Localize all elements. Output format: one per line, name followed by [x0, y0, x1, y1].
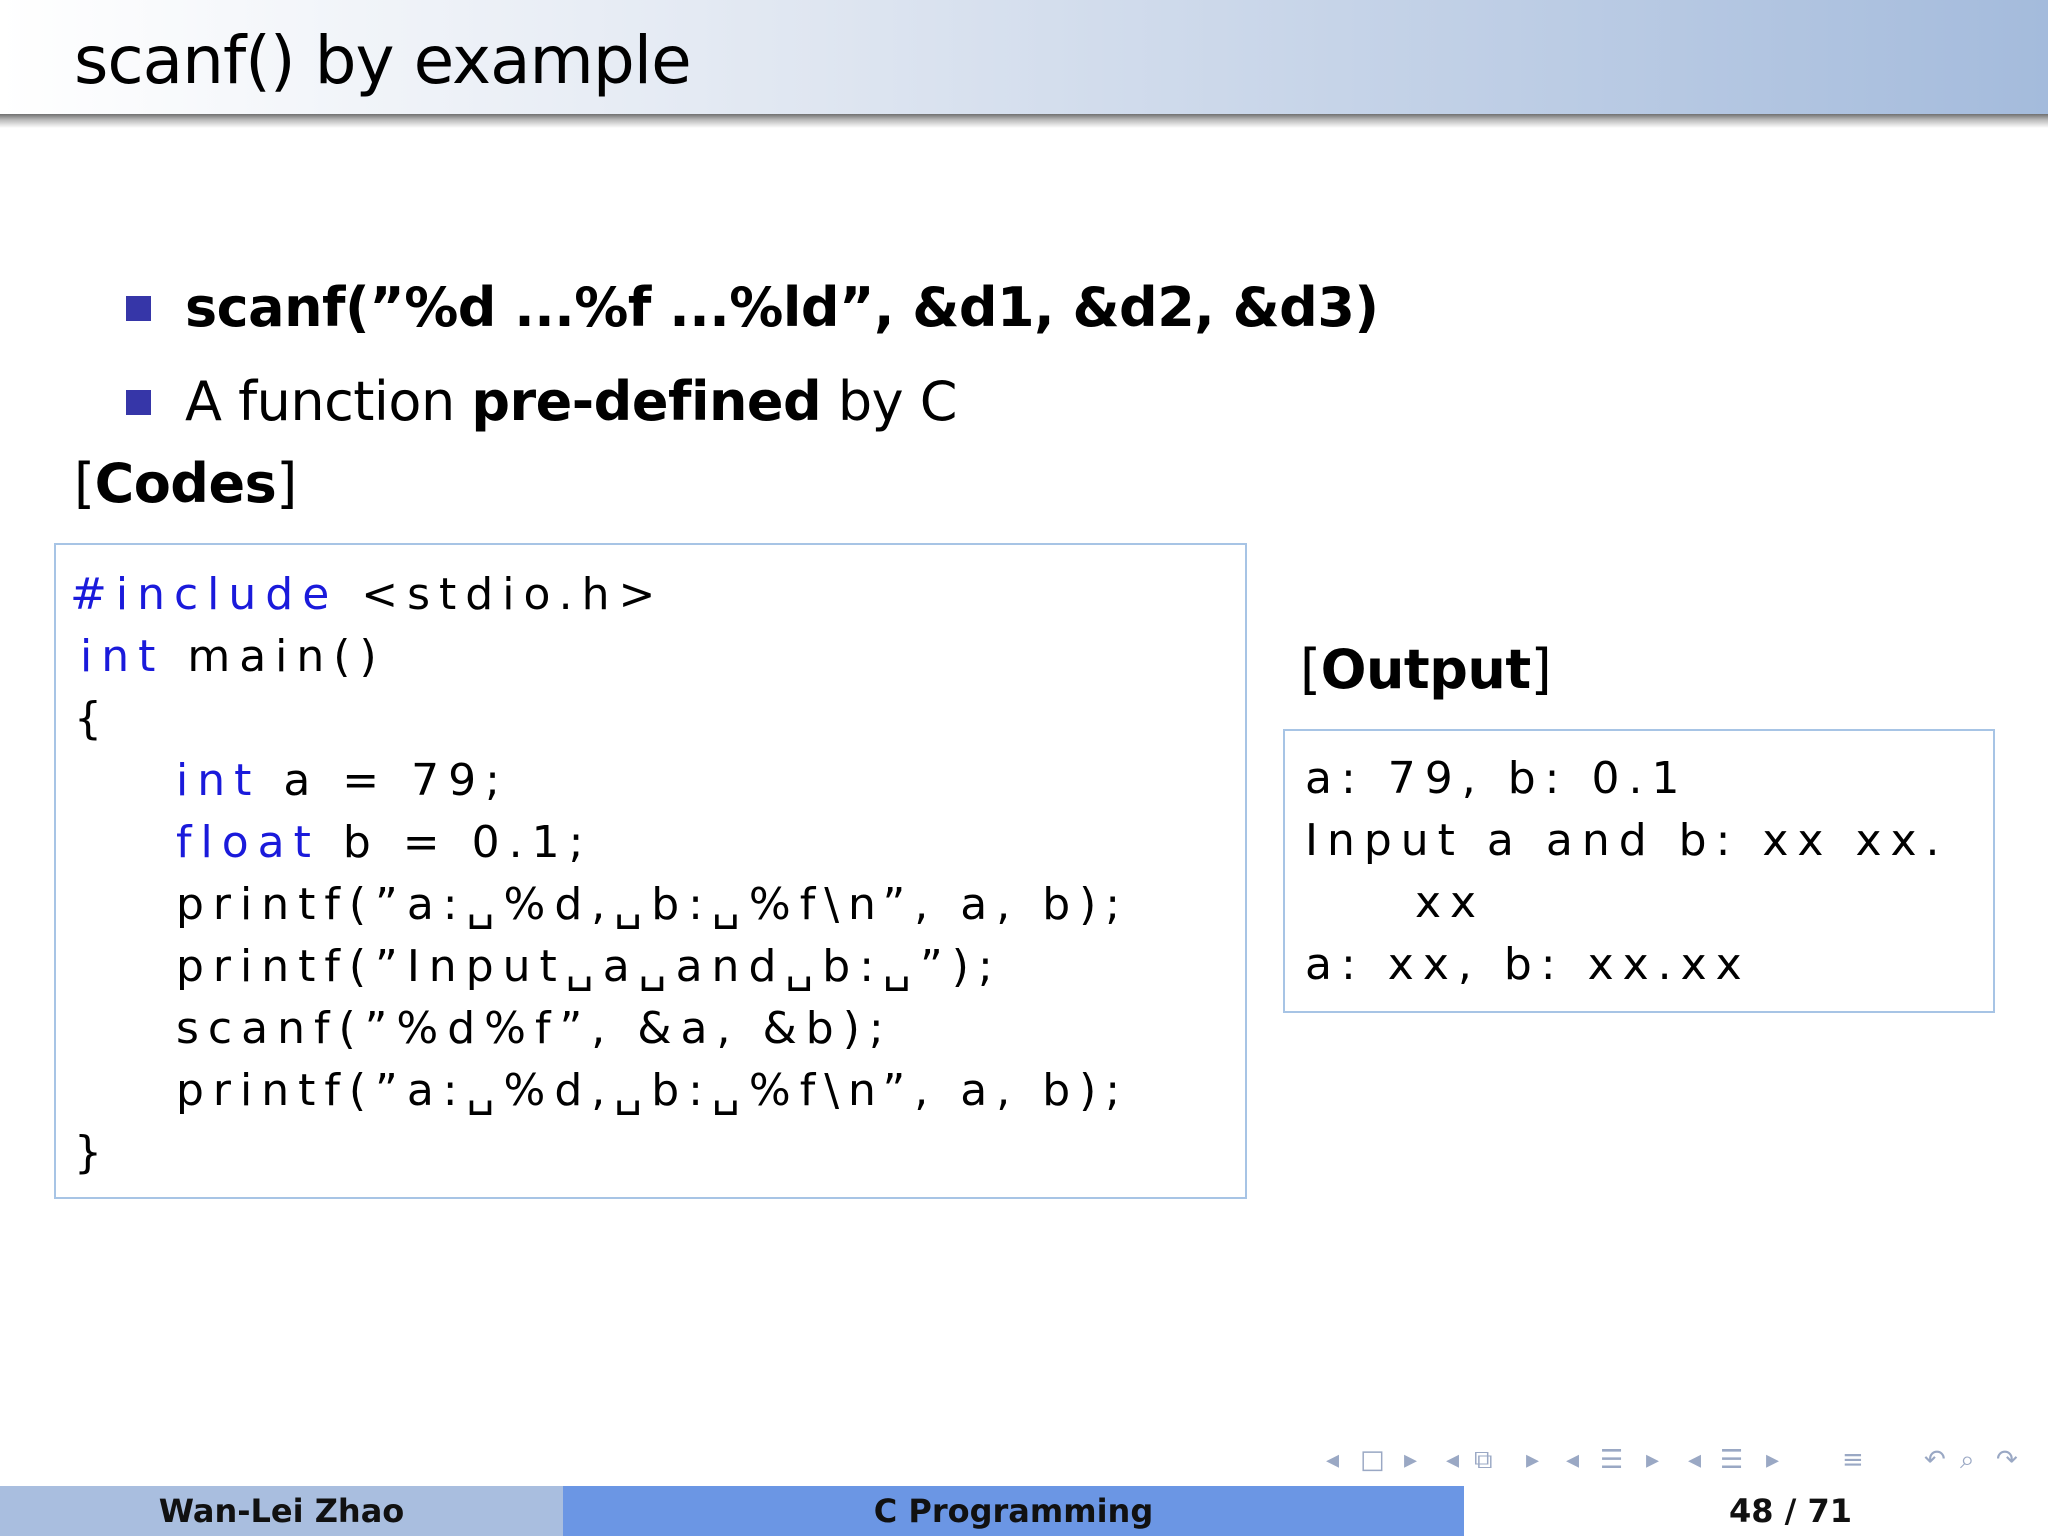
code-line-6: printf(”a:␣%d,␣b:␣%f\n”, a, b);	[176, 879, 1130, 930]
nav-arrow-left-icon[interactable]: ◂	[1566, 1442, 1579, 1478]
nav-subsection-icon[interactable]: ⧉	[1474, 1442, 1493, 1478]
output-line-4: a: xx, b: xx.xx	[1305, 939, 1751, 990]
bullet-square-icon	[126, 295, 151, 321]
slide-title: scanf() by example	[74, 22, 692, 99]
nav-arrow-right-icon[interactable]: ▸	[1646, 1442, 1659, 1478]
page-separator: /	[1784, 1492, 1797, 1530]
output-line-3: xx	[1415, 877, 1486, 928]
bullet-text-suffix: by C	[821, 370, 958, 433]
footer-page-number: 48 / 71	[1464, 1486, 2048, 1536]
nav-undo-icon[interactable]: ↶	[1924, 1442, 1946, 1478]
bullet-text-prefix: A function	[185, 370, 472, 433]
code-text: main()	[164, 631, 386, 682]
nav-arrow-right-icon[interactable]: ▸	[1404, 1442, 1417, 1478]
bullet-item-predefined: A function pre-defined by C	[126, 370, 957, 434]
codes-label: [Codes]	[74, 452, 297, 515]
code-line-8: scanf(”%d%f”, &a, &b);	[176, 1003, 893, 1054]
code-line-2: int main()	[80, 629, 386, 685]
nav-section-icon[interactable]: ☰	[1600, 1442, 1623, 1478]
bullet-square-icon	[126, 389, 151, 415]
nav-arrow-right-icon[interactable]: ▸	[1526, 1442, 1539, 1478]
code-box: #include <stdio.h> int main() { int a = …	[54, 543, 1247, 1199]
title-bar-shadow	[0, 114, 2048, 128]
footer: Wan-Lei Zhao C Programming 48 / 71	[0, 1486, 2048, 1536]
code-keyword: int	[80, 631, 165, 682]
page-total: 71	[1807, 1492, 1852, 1530]
bullet-item-scanf-signature: scanf(”%d ...%f ...%ld”, &d1, &d2, &d3)	[126, 276, 1379, 340]
bullet-text: scanf(”%d ...%f ...%ld”, &d1, &d2, &d3)	[185, 276, 1379, 339]
code-line-1: #include <stdio.h>	[70, 567, 664, 623]
nav-subsubsection-icon[interactable]: ☰	[1720, 1442, 1743, 1478]
nav-search-icon[interactable]: ⌕	[1960, 1442, 1975, 1478]
code-line-9: printf(”a:␣%d,␣b:␣%f\n”, a, b);	[176, 1065, 1130, 1116]
nav-frame-icon[interactable]: □	[1360, 1442, 1385, 1478]
footer-course-title: C Programming	[563, 1486, 1464, 1536]
code-keyword: float	[176, 817, 320, 868]
nav-arrow-right-icon[interactable]: ▸	[1766, 1442, 1779, 1478]
nav-arrow-left-icon[interactable]: ◂	[1688, 1442, 1701, 1478]
output-label: [Output]	[1300, 638, 1552, 701]
code-keyword: int	[176, 755, 261, 806]
nav-align-icon[interactable]: ≡	[1842, 1442, 1864, 1478]
code-line-10: }	[74, 1127, 111, 1178]
code-text: <stdio.h>	[338, 569, 665, 620]
nav-arrow-left-icon[interactable]: ◂	[1326, 1442, 1339, 1478]
code-text: a = 79;	[260, 755, 509, 806]
code-line-4: int a = 79;	[176, 753, 509, 809]
output-line-1: a: 79, b: 0.1	[1305, 753, 1689, 804]
code-text: b = 0.1;	[319, 817, 593, 868]
footer-author: Wan-Lei Zhao	[0, 1486, 563, 1536]
nav-arrow-left-icon[interactable]: ◂	[1446, 1442, 1459, 1478]
code-keyword: #include	[70, 569, 339, 620]
code-line-7: printf(”Input␣a␣and␣b:␣”);	[176, 941, 1002, 992]
codes-label-text: Codes	[94, 452, 277, 515]
code-line-3: {	[74, 693, 111, 744]
code-line-5: float b = 0.1;	[176, 815, 592, 871]
page-current: 48	[1728, 1492, 1774, 1530]
bullet-text-bold: pre-defined	[471, 370, 822, 433]
output-line-2: Input a and b: xx xx.	[1305, 815, 1949, 866]
output-label-text: Output	[1320, 638, 1532, 701]
output-box: a: 79, b: 0.1 Input a and b: xx xx. xx a…	[1283, 729, 1995, 1013]
nav-redo-icon[interactable]: ↷	[1996, 1442, 2018, 1478]
